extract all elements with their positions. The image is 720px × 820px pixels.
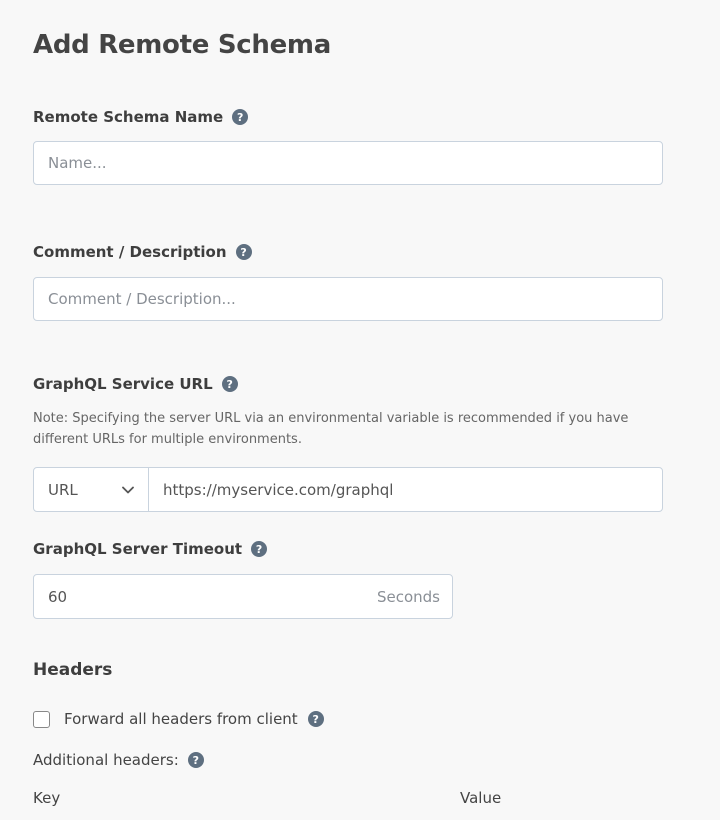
comment-description-label: Comment / Description ? xyxy=(33,243,252,261)
timeout-value: 60 xyxy=(48,587,68,606)
additional-headers-label: Additional headers: ? xyxy=(33,751,204,769)
remote-schema-name-label: Remote Schema Name ? xyxy=(33,108,249,126)
page-title: Add Remote Schema xyxy=(33,30,331,60)
graphql-service-url-label: GraphQL Service URL ? xyxy=(33,375,238,393)
additional-headers-label-text: Additional headers: xyxy=(33,751,179,769)
graphql-service-url-input[interactable]: https://myservice.com/graphql xyxy=(149,468,662,511)
forward-headers-row: Forward all headers from client ? xyxy=(33,710,324,728)
remote-schema-name-input[interactable] xyxy=(33,141,663,185)
header-value-column: Value xyxy=(460,789,502,807)
forward-headers-checkbox[interactable] xyxy=(33,710,50,728)
url-type-selected: URL xyxy=(48,480,78,499)
graphql-service-url-label-text: GraphQL Service URL xyxy=(33,375,213,393)
question-circle-icon[interactable]: ? xyxy=(307,711,324,727)
forward-headers-label: Forward all headers from client xyxy=(64,710,298,728)
graphql-server-timeout-label-text: GraphQL Server Timeout xyxy=(33,540,243,558)
timeout-unit: Seconds xyxy=(376,587,440,606)
chevron-down-icon xyxy=(122,486,134,493)
question-circle-icon[interactable]: ? xyxy=(235,244,252,260)
question-circle-icon[interactable]: ? xyxy=(251,541,268,557)
question-circle-icon[interactable]: ? xyxy=(232,109,249,125)
comment-description-label-text: Comment / Description xyxy=(33,243,227,261)
remote-schema-name-label-text: Remote Schema Name xyxy=(33,108,224,126)
comment-description-input[interactable] xyxy=(33,277,663,321)
header-key-column: Key xyxy=(33,789,61,807)
url-type-select[interactable]: URL xyxy=(34,468,149,511)
url-note: Note: Specifying the server URL via an e… xyxy=(33,411,629,447)
question-circle-icon[interactable]: ? xyxy=(221,376,238,392)
graphql-server-timeout-label: GraphQL Server Timeout ? xyxy=(33,540,268,558)
question-circle-icon[interactable]: ? xyxy=(187,752,204,768)
url-input-group: URL https://myservice.com/graphql xyxy=(33,467,663,512)
headers-heading: Headers xyxy=(33,660,113,680)
timeout-input[interactable]: 60 Seconds xyxy=(33,574,453,619)
